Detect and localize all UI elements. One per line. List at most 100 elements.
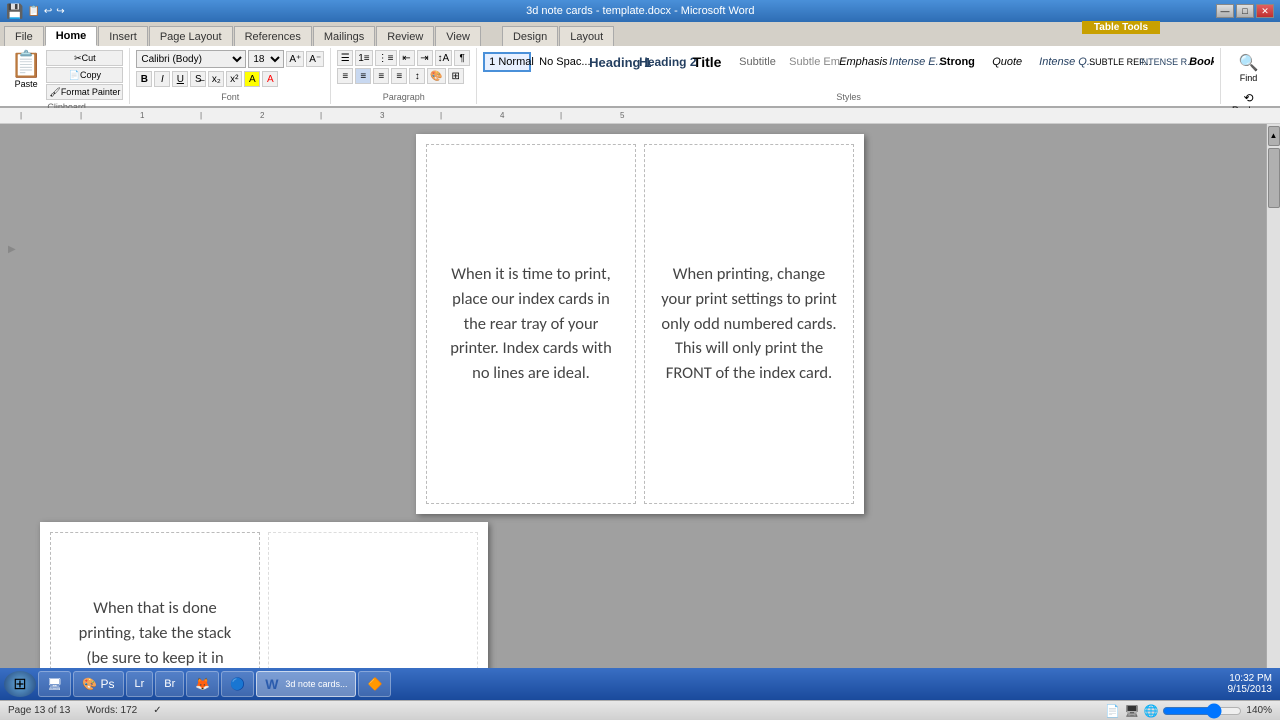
find-button[interactable]: 🔍 Find: [1234, 50, 1264, 86]
taskbar-clock: 10:32 PM 9/15/2013: [1228, 673, 1277, 695]
minimize-button[interactable]: —: [1216, 4, 1234, 18]
justify-button[interactable]: ≡: [391, 68, 407, 84]
index-card-2: When printing, change your print setting…: [644, 144, 854, 504]
window-title: 3d note cards - template.docx - Microsof…: [65, 5, 1216, 17]
pages-top-row: When it is time to print, place our inde…: [20, 134, 1260, 514]
line-spacing-button[interactable]: ↕: [409, 68, 425, 84]
underline-button[interactable]: U: [172, 71, 188, 87]
style-normal[interactable]: 1 Normal: [483, 52, 531, 72]
styles-group: 1 Normal No Spac... Heading 1 Heading 2 …: [477, 48, 1221, 104]
style-subtitle[interactable]: Subtitle: [733, 52, 781, 72]
highlight-button[interactable]: A: [244, 71, 260, 87]
font-group: Calibri (Body) 18 A⁺ A⁻ B I U S̶ x₂ x² A…: [130, 48, 331, 104]
tab-layout[interactable]: Layout: [559, 26, 614, 46]
font-color-button[interactable]: A: [262, 71, 278, 87]
superscript-button[interactable]: x²: [226, 71, 242, 87]
style-subtle-ref[interactable]: Subtle Ref...: [1083, 53, 1131, 71]
view-web-btn[interactable]: 🌐: [1143, 704, 1158, 718]
style-heading2[interactable]: Heading 2: [633, 51, 681, 73]
style-quote[interactable]: Quote: [983, 52, 1031, 72]
left-margin-icons: ▶: [8, 244, 16, 255]
multilevel-button[interactable]: ⋮≡: [375, 50, 397, 66]
ribbon: 📋 Paste ✂ Cut 📄 Copy 🖌 Format Painter Cl…: [0, 46, 1280, 108]
zoom-slider[interactable]: [1162, 705, 1242, 717]
tab-view[interactable]: View: [435, 26, 481, 46]
paste-button[interactable]: 📋 Paste: [10, 50, 42, 89]
taskbar-app-photoshop[interactable]: 🎨 Ps: [73, 671, 123, 697]
style-heading1[interactable]: Heading 1: [583, 51, 631, 74]
style-no-spacing[interactable]: No Spac...: [533, 52, 581, 72]
view-full-btn[interactable]: 🖥: [1124, 704, 1139, 718]
view-print-btn[interactable]: 📄: [1105, 704, 1120, 718]
sort-button[interactable]: ↕A: [435, 50, 453, 66]
style-intense-q[interactable]: Intense Q...: [1033, 52, 1081, 72]
align-center-button[interactable]: ≡: [355, 68, 371, 84]
paragraph-group: ☰ 1≡ ⋮≡ ⇤ ⇥ ↕A ¶ ≡ ≡ ≡ ≡ ↕ 🎨 ⊞ Paragraph: [331, 48, 477, 104]
document-area: ▶ When it is time to print, place our in…: [0, 124, 1280, 700]
ruler: | | 1 | 2 | 3 | 4 | 5: [0, 108, 1280, 124]
taskbar-app-desktop[interactable]: 🖥: [38, 671, 71, 697]
close-button[interactable]: ✕: [1256, 4, 1274, 18]
tab-design[interactable]: Design: [502, 26, 558, 46]
style-strong[interactable]: Strong: [933, 52, 981, 72]
clock-time: 10:32 PM: [1228, 673, 1273, 684]
format-painter-button[interactable]: 🖌 Format Painter: [46, 84, 123, 100]
taskbar-app-lightroom[interactable]: Lr: [126, 671, 154, 697]
word-count: Words: 172: [86, 705, 137, 716]
index-card-1: When it is time to print, place our inde…: [426, 144, 636, 504]
style-intense-e[interactable]: Intense E...: [883, 52, 931, 72]
status-bar: Page 13 of 13 Words: 172 ✓ 📄 🖥 🌐 140%: [0, 700, 1280, 720]
taskbar: ⊞ 🖥 🎨 Ps Lr Br 🦊 🔵 W 3d note cards... 🔶 …: [0, 668, 1280, 700]
italic-button[interactable]: I: [154, 71, 170, 87]
copy-button[interactable]: 📄 Copy: [46, 67, 123, 83]
style-title[interactable]: Title: [683, 50, 731, 74]
taskbar-app-word[interactable]: W 3d note cards...: [256, 671, 356, 697]
tab-page-layout[interactable]: Page Layout: [149, 26, 233, 46]
scrollbar-vertical[interactable]: ▲ ▼: [1266, 124, 1280, 700]
clock-date: 9/15/2013: [1228, 684, 1273, 695]
grow-font-button[interactable]: A⁺: [286, 51, 304, 67]
taskbar-app-bridge[interactable]: Br: [155, 671, 184, 697]
numbering-button[interactable]: 1≡: [355, 50, 372, 66]
table-tools-label: Table Tools: [1082, 21, 1160, 34]
strikethrough-button[interactable]: S̶: [190, 71, 206, 87]
maximize-button[interactable]: □: [1236, 4, 1254, 18]
style-emphasis[interactable]: Emphasis: [833, 52, 881, 72]
tab-home[interactable]: Home: [45, 26, 98, 46]
start-button[interactable]: ⊞: [4, 671, 36, 697]
font-name-select[interactable]: Calibri (Body): [136, 50, 246, 68]
decrease-indent-button[interactable]: ⇤: [399, 50, 415, 66]
tab-file[interactable]: File: [4, 26, 44, 46]
align-right-button[interactable]: ≡: [373, 68, 389, 84]
tab-mailings[interactable]: Mailings: [313, 26, 375, 46]
taskbar-app-firefox[interactable]: 🦊: [186, 671, 219, 697]
shrink-font-button[interactable]: A⁻: [306, 51, 324, 67]
page-left: When it is time to print, place our inde…: [416, 134, 864, 514]
tab-review[interactable]: Review: [376, 26, 434, 46]
margin-icon-1: ▶: [8, 244, 16, 255]
font-size-select[interactable]: 18: [248, 50, 284, 68]
editing-group: 🔍 Find ⟲ Replace ⬚ Select Editing: [1221, 48, 1276, 104]
taskbar-app-vlc[interactable]: 🔶: [358, 671, 391, 697]
borders-button[interactable]: ⊞: [448, 68, 464, 84]
bullets-button[interactable]: ☰: [337, 50, 353, 66]
taskbar-app-chrome[interactable]: 🔵: [221, 671, 254, 697]
scrollbar-thumb[interactable]: [1268, 148, 1280, 208]
tab-references[interactable]: References: [234, 26, 312, 46]
subscript-button[interactable]: x₂: [208, 71, 224, 87]
align-left-button[interactable]: ≡: [337, 68, 353, 84]
style-intense-r[interactable]: Intense R...: [1133, 53, 1181, 71]
zoom-level: 140%: [1246, 705, 1272, 716]
increase-indent-button[interactable]: ⇥: [417, 50, 433, 66]
tab-insert[interactable]: Insert: [98, 26, 148, 46]
style-subtle-em[interactable]: Subtle Em...: [783, 52, 831, 72]
cut-button[interactable]: ✂ Cut: [46, 50, 123, 66]
shading-button[interactable]: 🎨: [427, 68, 445, 84]
style-book-title[interactable]: Book Title: [1183, 52, 1214, 72]
page-info: Page 13 of 13: [8, 705, 70, 716]
clipboard-group: 📋 Paste ✂ Cut 📄 Copy 🖌 Format Painter Cl…: [4, 48, 130, 104]
bold-button[interactable]: B: [136, 71, 152, 87]
ribbon-tab-bar: Table Tools File Home Insert Page Layout…: [0, 22, 1280, 46]
styles-gallery: 1 Normal No Spac... Heading 1 Heading 2 …: [483, 50, 1214, 74]
show-hide-button[interactable]: ¶: [454, 50, 470, 66]
